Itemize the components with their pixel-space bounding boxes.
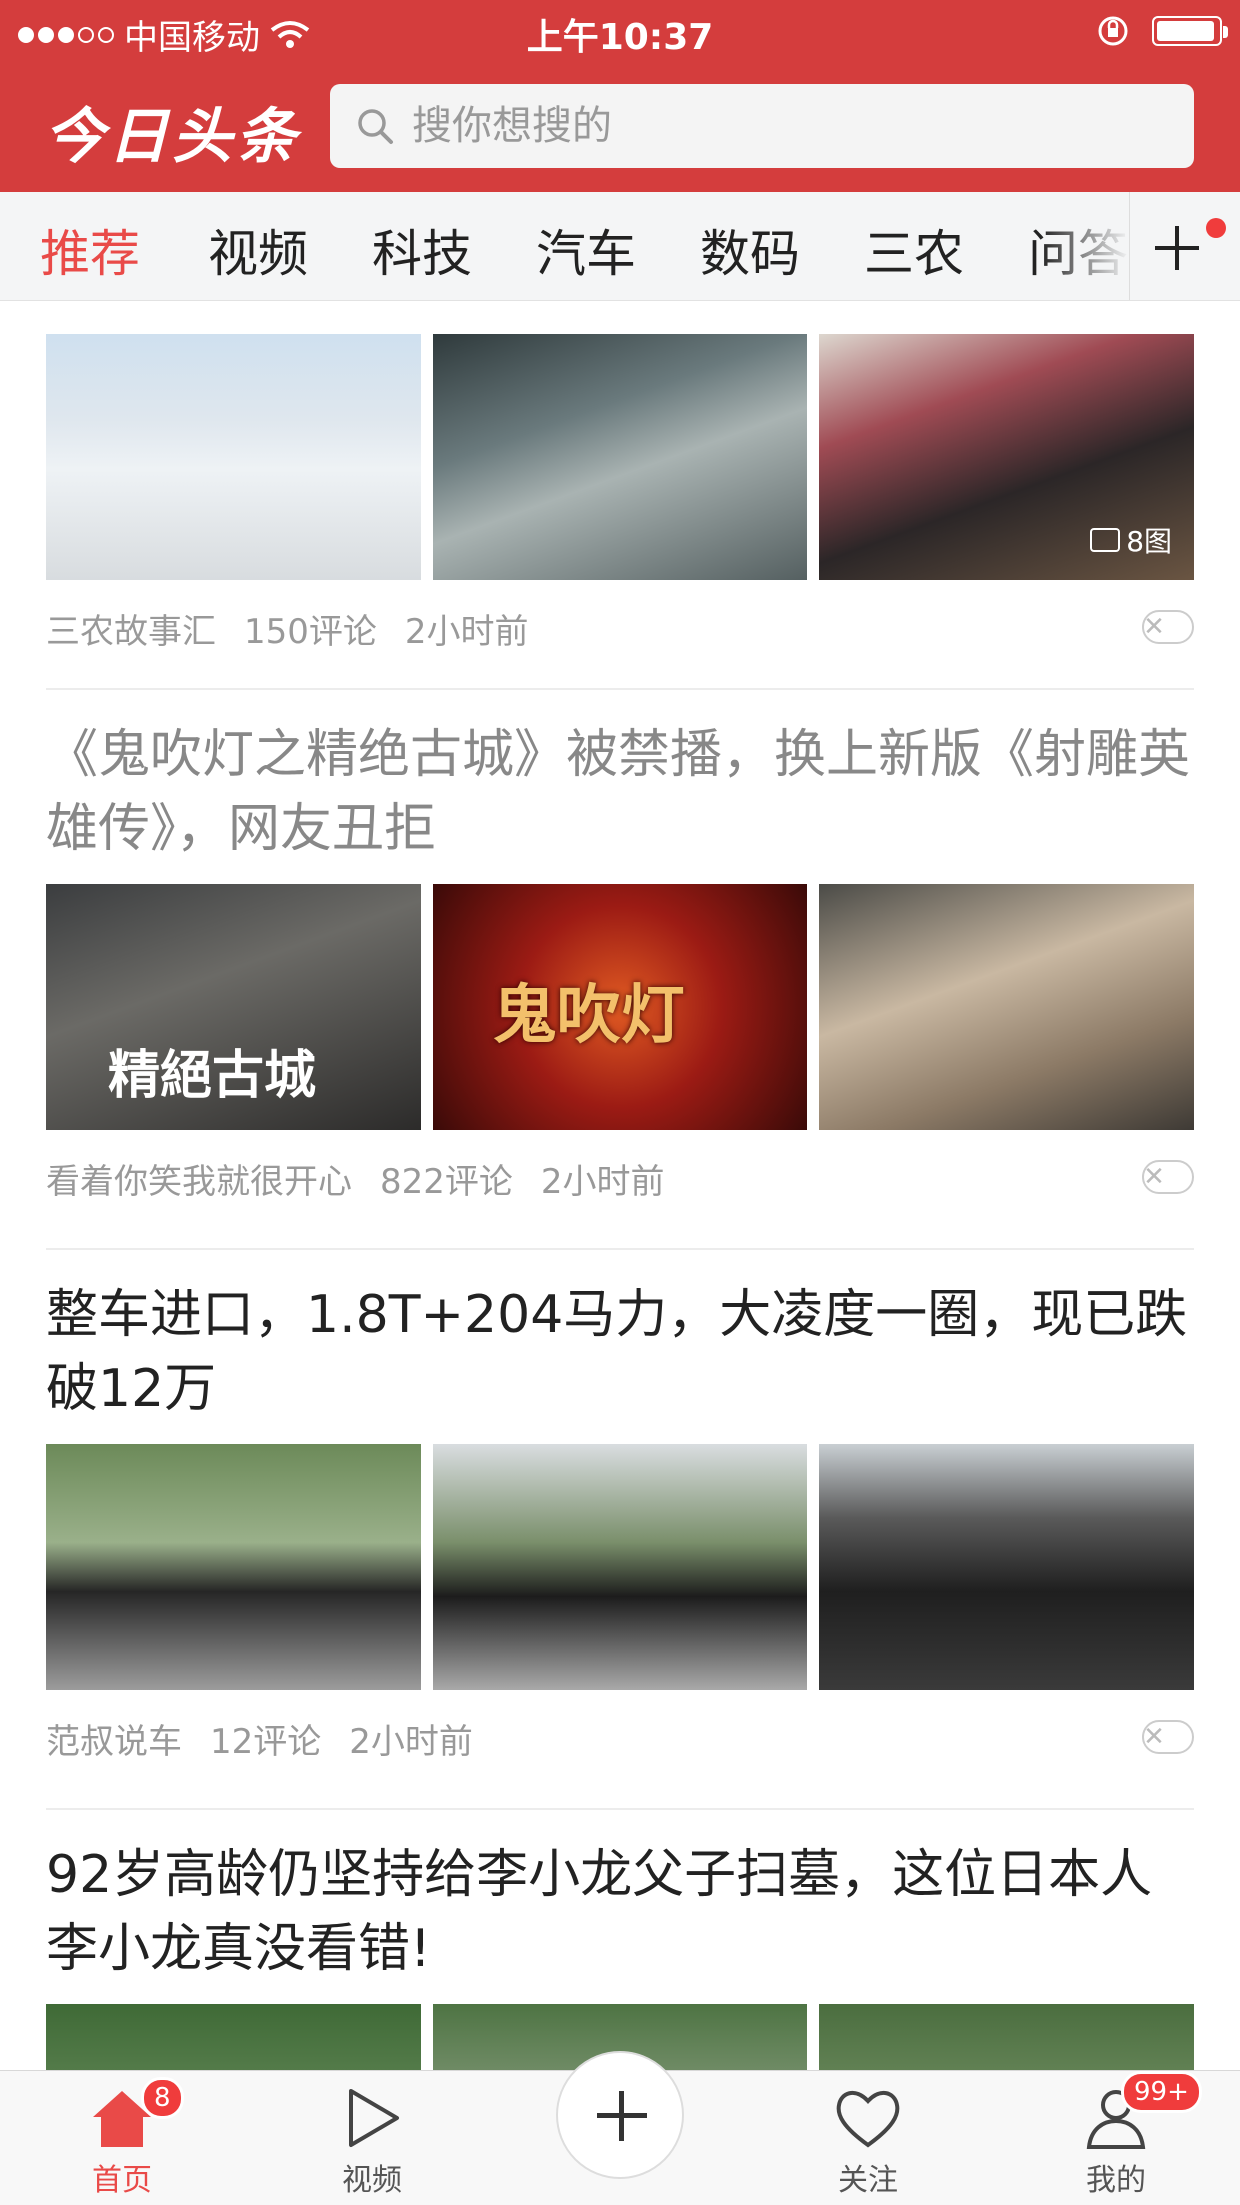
tab-video[interactable]: 视频 [208,214,308,286]
article-meta: 三农故事汇 150评论 2小时前 ✕ [46,580,1194,676]
tab-auto[interactable]: 汽车 [536,214,636,286]
category-tabs: 推荐 视频 科技 汽车 数码 三农 问答 [0,192,1240,301]
tab-digital[interactable]: 数码 [700,214,800,286]
article-image [46,1444,421,1690]
article-image [819,1444,1195,1690]
rotation-lock-icon [1098,16,1128,46]
article-meta: 看着你笑我就很开心 822评论 2小时前 ✕ [46,1130,1194,1226]
tabbar-me[interactable]: 99+ 我的 [1046,2071,1202,2199]
article-meta: 范叔说车 12评论 2小时前 ✕ [46,1690,1194,1786]
search-input[interactable] [410,102,1174,150]
article-image [819,884,1195,1130]
news-feed[interactable]: 8图 三农故事汇 150评论 2小时前 ✕ 《鬼吹灯之精绝古城》被禁播，换上新版… [0,300,1240,2070]
app-header: 今日头条 [0,60,1240,192]
article-card[interactable]: 《鬼吹灯之精绝古城》被禁播，换上新版《射雕英雄传》，网友丑拒 精絕古城 鬼吹灯 … [46,718,1195,1226]
article-image: 精絕古城 [46,884,421,1130]
article-image: 8图 [819,334,1195,580]
tab-agriculture[interactable]: 三农 [864,214,964,286]
article-image [819,2004,1195,2070]
article-comments: 822评论 [380,1161,513,1202]
gallery-icon [1090,528,1121,552]
clock: 上午10:37 [526,17,714,58]
divider [46,688,1194,690]
tabbar-label: 我的 [1086,2163,1146,2198]
tabbar-video[interactable]: 视频 [302,2085,442,2199]
article-image [46,2004,421,2070]
dismiss-button[interactable]: ✕ [1142,1160,1194,1194]
article-image [46,334,421,580]
tabbar-follow[interactable]: 关注 [798,2085,938,2199]
article-title[interactable]: 92岁高龄仍坚持给李小龙父子扫墓，这位日本人李小龙真没看错! [46,1838,1194,1986]
close-icon: ✕ [1143,612,1165,642]
tabbar-home[interactable]: 8 首页 [52,2077,192,2199]
bottom-tab-bar: 8 首页 视频 关注 99+ 我的 [0,2051,1240,2205]
article-time: 2小时前 [540,1161,665,1202]
dismiss-button[interactable]: ✕ [1142,1720,1194,1754]
article-source[interactable]: 三农故事汇 [46,604,216,653]
tab-tech[interactable]: 科技 [372,214,472,286]
divider [46,1808,1194,1810]
search-icon [358,109,393,144]
publish-button[interactable] [556,2051,684,2179]
article-card[interactable]: 8图 三农故事汇 150评论 2小时前 ✕ [46,334,1195,676]
tab-recommend[interactable]: 推荐 [40,214,140,286]
article-source[interactable]: 范叔说车 [46,1714,182,1763]
tabbar-label: 关注 [838,2163,898,2198]
article-title[interactable]: 《鬼吹灯之精绝古城》被禁播，换上新版《射雕英雄传》，网友丑拒 [46,718,1194,866]
search-bar[interactable] [330,84,1194,168]
dismiss-button[interactable]: ✕ [1142,610,1194,644]
article-image [432,1444,808,1690]
status-bar: 中国移动 上午10:37 [0,0,1240,60]
article-time: 2小时前 [349,1721,473,1762]
article-card[interactable]: 整车进口，1.8T+204马力，大凌度一圈，现已跌破12万 范叔说车 12评论 … [46,1278,1195,1786]
battery-icon [1152,16,1228,46]
add-channel-button[interactable] [1129,192,1240,300]
divider [46,1248,1194,1250]
article-time: 2小时前 [404,611,529,652]
article-comments: 12评论 [210,1721,322,1762]
article-image [432,334,808,580]
heart-icon [836,2090,900,2148]
close-icon: ✕ [1143,1162,1165,1192]
tabbar-label: 视频 [342,2163,402,2198]
article-card[interactable]: 92岁高龄仍坚持给李小龙父子扫墓，这位日本人李小龙真没看错! [46,1838,1195,2070]
close-icon: ✕ [1143,1722,1165,1752]
new-dot-badge [1206,218,1226,238]
article-source[interactable]: 看着你笑我就很开心 [46,1154,352,1203]
article-comments: 150评论 [244,611,377,652]
play-icon [349,2089,399,2147]
notification-badge: 8 [141,2077,184,2119]
article-title[interactable]: 整车进口，1.8T+204马力，大凌度一圈，现已跌破12万 [46,1278,1194,1426]
article-image: 鬼吹灯 [432,884,808,1130]
tabbar-label: 首页 [92,2163,152,2198]
image-count-badge: 8图 [1090,520,1172,560]
app-logo: 今日头条 [44,102,300,172]
notification-badge: 99+ [1121,2071,1202,2113]
